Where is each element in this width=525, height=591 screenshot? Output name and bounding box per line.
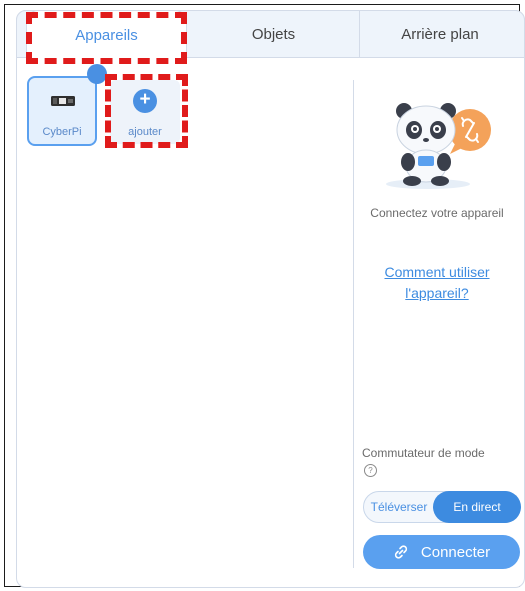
tab-arriere-plan-label: Arrière plan [401,26,479,43]
panel-divider [353,80,354,568]
tab-objets[interactable]: Objets [188,10,359,59]
device-label: CyberPi [42,126,82,138]
tab-arriere-plan[interactable]: Arrière plan [360,10,520,59]
tab-objets-label: Objets [251,26,296,43]
mode-toggle[interactable]: Téléverser En direct [363,491,521,523]
mode-live-option[interactable]: En direct [433,491,521,523]
annotation-highlight-add [105,74,188,148]
connect-hint: Connectez votre appareil [370,206,504,220]
connect-button[interactable]: Connecter [363,535,520,569]
link-icon [394,545,407,559]
device-card-cyberpi[interactable]: CyberPi [27,76,97,146]
connect-button-label: Connecter [420,543,491,561]
help-link[interactable]: Comment utiliser l'appareil? [362,262,512,304]
annotation-highlight-tab [26,12,187,64]
panda-mascot-icon [386,103,491,189]
mode-upload-option[interactable]: Téléverser [365,492,433,522]
cyberpi-icon [51,96,75,106]
device-count-badge [87,64,107,84]
mode-switch-label: Commutateur de mode [362,446,485,460]
help-icon[interactable]: ? [364,464,377,477]
